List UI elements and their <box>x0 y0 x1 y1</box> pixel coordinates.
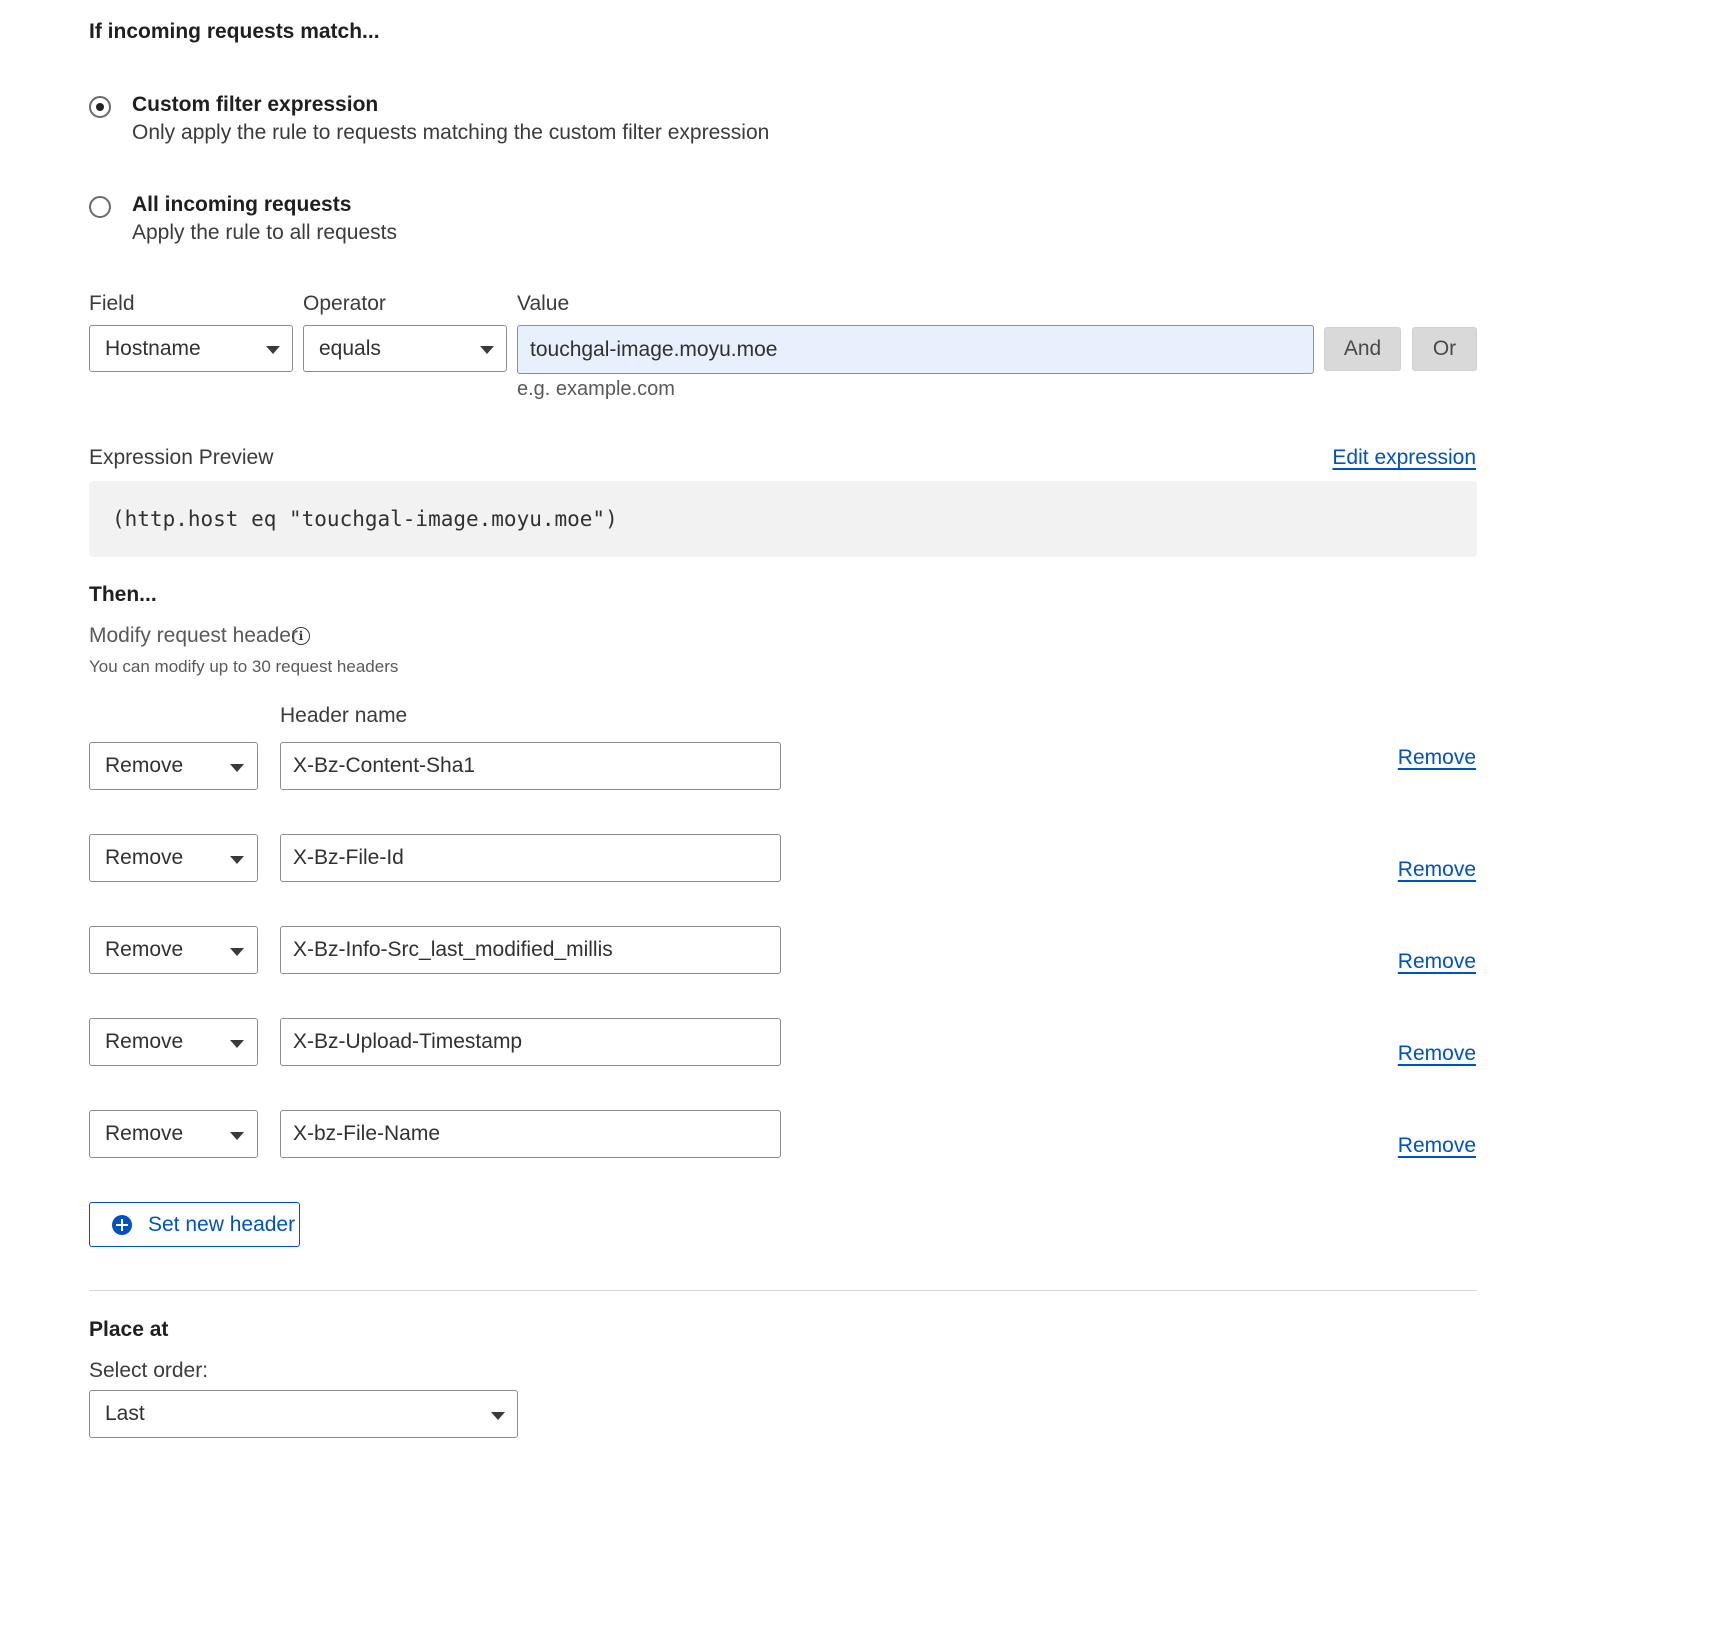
match-heading: If incoming requests match... <box>89 20 380 43</box>
plus-circle-icon <box>112 1214 132 1235</box>
value-hint: e.g. example.com <box>517 378 675 400</box>
operation-select[interactable]: Remove <box>89 1018 258 1066</box>
operation-select-value: Remove <box>105 1122 184 1145</box>
operation-select-value: Remove <box>105 1030 184 1053</box>
remove-header-link[interactable]: Remove <box>1398 1134 1476 1158</box>
field-select[interactable]: Hostname <box>89 325 293 372</box>
chevron-down-icon <box>491 1412 505 1420</box>
set-new-header-button[interactable]: Set new header <box>89 1202 300 1247</box>
then-heading: Then... <box>89 583 157 606</box>
custom-filter-radio[interactable] <box>89 96 111 118</box>
remove-header-link[interactable]: Remove <box>1398 746 1476 770</box>
header-row: Remove X-Bz-Upload-Timestamp Remove <box>0 1018 1736 1066</box>
expression-preview-box: (http.host eq "touchgal-image.moyu.moe") <box>89 481 1477 557</box>
operation-select-value: Remove <box>105 938 184 961</box>
header-name-value: X-Bz-Info-Src_last_modified_millis <box>293 938 613 961</box>
operator-label: Operator <box>303 292 386 315</box>
remove-header-link[interactable]: Remove <box>1398 1042 1476 1066</box>
header-row: Remove X-Bz-File-Id Remove <box>0 834 1736 882</box>
custom-filter-title[interactable]: Custom filter expression <box>132 93 378 117</box>
operation-select[interactable]: Remove <box>89 926 258 974</box>
operation-select-value: Remove <box>105 846 184 869</box>
remove-header-link[interactable]: Remove <box>1398 950 1476 974</box>
value-input[interactable]: touchgal-image.moyu.moe <box>517 325 1314 374</box>
header-name-input[interactable]: X-Bz-Info-Src_last_modified_millis <box>280 926 781 974</box>
field-label: Field <box>89 292 135 315</box>
select-order-label: Select order: <box>89 1359 209 1382</box>
chevron-down-icon <box>230 1132 244 1140</box>
chevron-down-icon <box>230 764 244 772</box>
chevron-down-icon <box>230 856 244 864</box>
place-at-heading: Place at <box>89 1318 169 1341</box>
info-icon[interactable]: i <box>292 627 310 645</box>
field-select-value: Hostname <box>105 336 201 360</box>
action-label: Modify request header <box>89 624 298 647</box>
expression-preview-label: Expression Preview <box>89 446 274 469</box>
header-name-value: X-Bz-Upload-Timestamp <box>293 1030 523 1053</box>
header-name-input[interactable]: X-Bz-Upload-Timestamp <box>280 1018 781 1066</box>
operation-select[interactable]: Remove <box>89 742 258 790</box>
order-select[interactable]: Last <box>89 1390 518 1438</box>
all-requests-description: Apply the rule to all requests <box>132 221 397 244</box>
header-row: Remove X-Bz-Content-Sha1 Remove <box>0 742 1736 790</box>
operator-select[interactable]: equals <box>303 325 507 372</box>
header-name-input[interactable]: X-bz-File-Name <box>280 1110 781 1158</box>
header-name-value: X-Bz-File-Id <box>293 846 404 869</box>
section-divider <box>89 1290 1477 1291</box>
order-select-value: Last <box>105 1402 145 1425</box>
edit-expression-link[interactable]: Edit expression <box>1332 446 1476 470</box>
chevron-down-icon <box>230 1040 244 1048</box>
header-name-label: Header name <box>280 704 408 727</box>
value-label: Value <box>517 292 570 315</box>
and-button[interactable]: And <box>1324 327 1401 371</box>
value-input-text: touchgal-image.moyu.moe <box>530 337 778 361</box>
headers-limit-note: You can modify up to 30 request headers <box>89 657 399 676</box>
expression-code: (http.host eq "touchgal-image.moyu.moe") <box>112 507 618 531</box>
chevron-down-icon <box>230 948 244 956</box>
operator-select-value: equals <box>319 336 381 360</box>
all-requests-title[interactable]: All incoming requests <box>132 193 351 217</box>
header-name-value: X-Bz-Content-Sha1 <box>293 754 476 777</box>
chevron-down-icon <box>480 346 494 354</box>
set-new-header-label: Set new header <box>148 1212 296 1236</box>
operation-select-value: Remove <box>105 754 184 777</box>
header-name-input[interactable]: X-Bz-File-Id <box>280 834 781 882</box>
all-requests-radio[interactable] <box>89 196 111 218</box>
remove-header-link[interactable]: Remove <box>1398 858 1476 882</box>
operation-select[interactable]: Remove <box>89 1110 258 1158</box>
operation-select[interactable]: Remove <box>89 834 258 882</box>
header-row: Remove X-Bz-Info-Src_last_modified_milli… <box>0 926 1736 974</box>
header-row: Remove X-bz-File-Name Remove <box>0 1110 1736 1158</box>
or-button[interactable]: Or <box>1412 327 1477 371</box>
header-name-input[interactable]: X-Bz-Content-Sha1 <box>280 742 781 790</box>
chevron-down-icon <box>266 346 280 354</box>
custom-filter-description: Only apply the rule to requests matching… <box>132 121 770 144</box>
header-name-value: X-bz-File-Name <box>293 1122 441 1145</box>
